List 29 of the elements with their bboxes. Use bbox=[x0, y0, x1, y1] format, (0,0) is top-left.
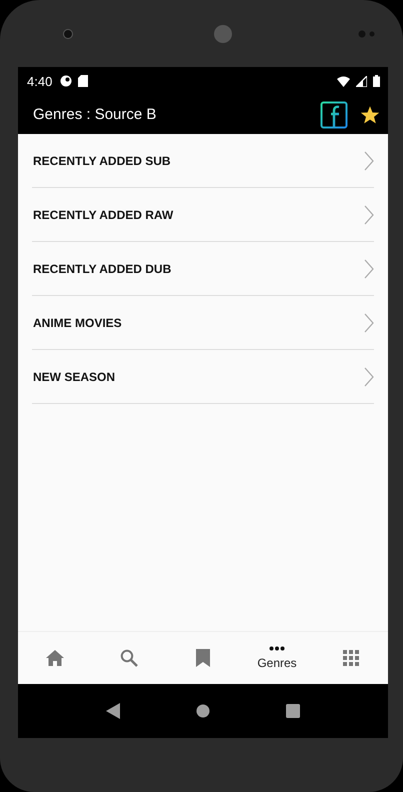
list-item[interactable]: RECENTLY ADDED SUB bbox=[32, 134, 374, 188]
list-item[interactable]: NEW SEASON bbox=[32, 350, 374, 404]
signal-icon bbox=[356, 76, 367, 86]
list-item[interactable]: ANIME MOVIES bbox=[32, 296, 374, 350]
nav-tab[interactable]: Genres bbox=[240, 632, 314, 684]
status-time: 4:40 bbox=[27, 74, 52, 88]
home-button-icon[interactable] bbox=[196, 704, 210, 718]
camera-icon bbox=[63, 28, 73, 38]
apps-grid-icon bbox=[343, 650, 359, 666]
home-icon bbox=[46, 650, 64, 666]
chevron-right-icon bbox=[364, 312, 374, 332]
notification-icon bbox=[60, 75, 72, 87]
battery-icon bbox=[373, 75, 380, 87]
facebook-icon[interactable] bbox=[320, 100, 348, 128]
chevron-right-icon bbox=[364, 366, 374, 386]
list-item[interactable]: RECENTLY ADDED DUB bbox=[32, 242, 374, 296]
chevron-right-icon bbox=[364, 204, 374, 224]
speaker-grille-icon bbox=[214, 24, 232, 42]
list-item[interactable]: RECENTLY ADDED RAW bbox=[32, 188, 374, 242]
star-icon[interactable] bbox=[360, 104, 380, 124]
bookmark-icon bbox=[196, 649, 210, 667]
more-icon bbox=[269, 646, 285, 651]
chevron-right-icon bbox=[364, 258, 374, 278]
search-icon bbox=[120, 649, 138, 667]
chevron-right-icon bbox=[364, 150, 374, 170]
app-bar-title: Genres : Source B bbox=[33, 106, 158, 123]
wifi-icon bbox=[337, 76, 350, 86]
back-icon[interactable] bbox=[106, 703, 120, 719]
sd-card-icon bbox=[78, 75, 88, 87]
